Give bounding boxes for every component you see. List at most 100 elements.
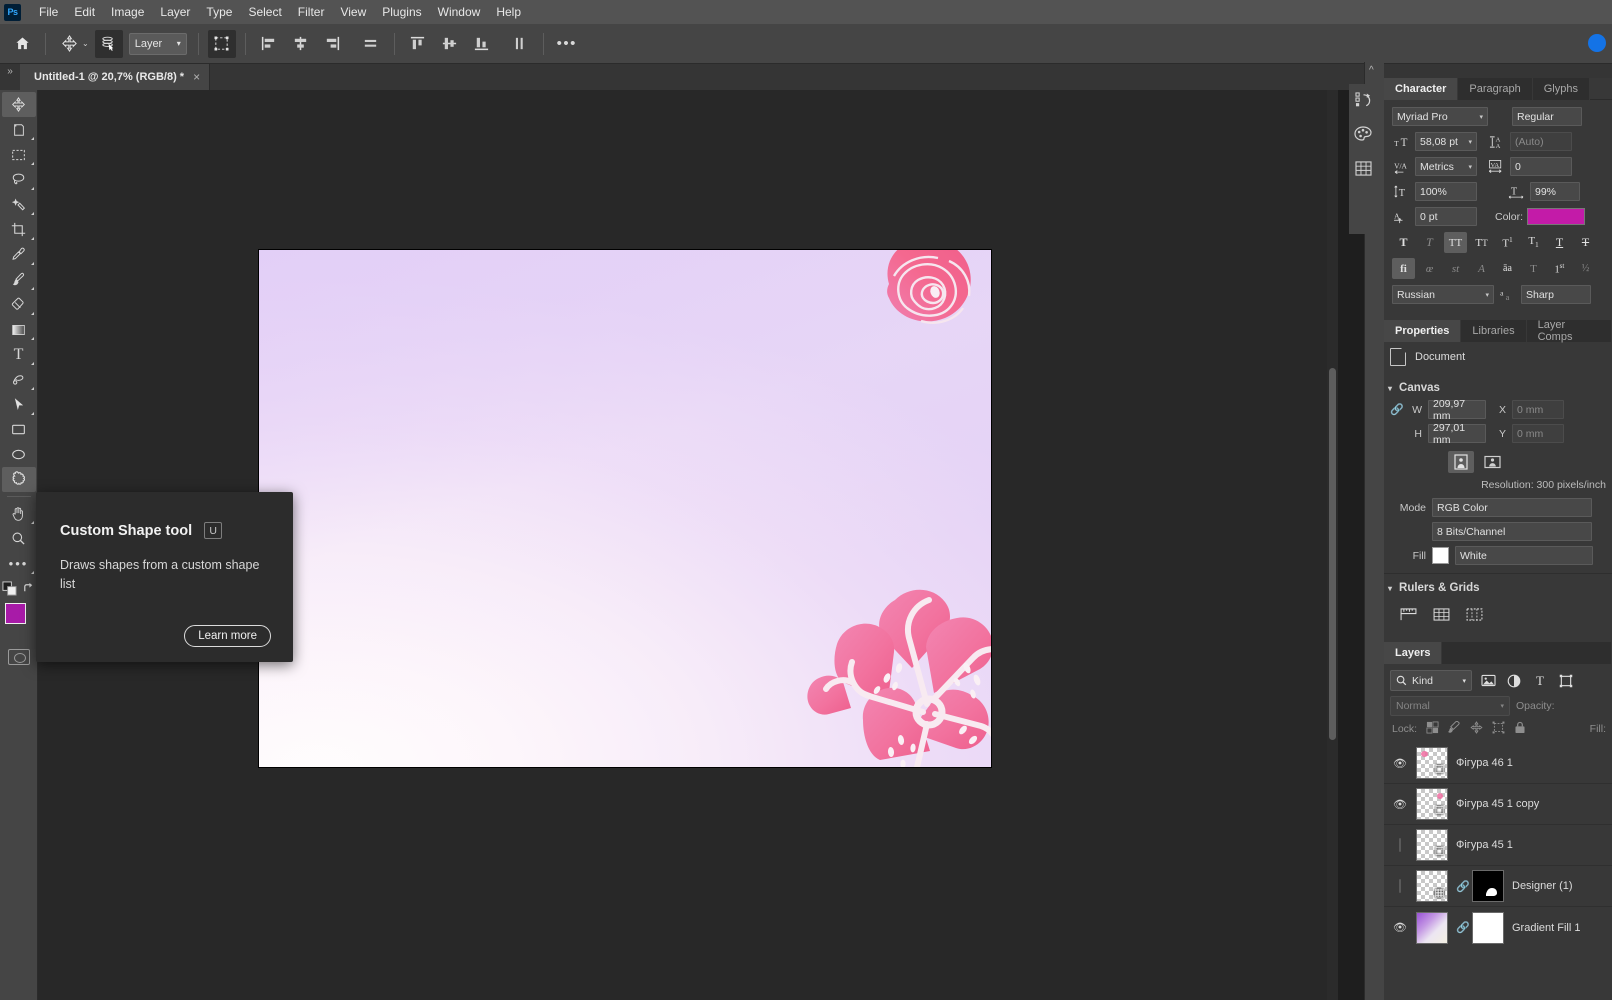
foreground-color-swatch[interactable] (4, 603, 26, 624)
contextual-alternates-button[interactable]: œ (1418, 258, 1441, 279)
fill-select[interactable]: White (1455, 546, 1593, 565)
hand-tool[interactable] (2, 501, 36, 526)
table-row[interactable]: 👁 🔗 Gradient Fill 1 (1384, 907, 1612, 948)
type-tool[interactable]: T (2, 342, 36, 367)
font-family-select[interactable]: Myriad Pro ▾ (1392, 107, 1488, 126)
gradient-tool[interactable] (2, 317, 36, 342)
expand-panels-button[interactable]: » (0, 64, 20, 90)
move-tool-icon[interactable] (55, 30, 83, 58)
fill-color-swatch[interactable] (1432, 547, 1449, 564)
underline-button[interactable]: T (1548, 232, 1571, 253)
layer-mask-thumbnail[interactable] (1472, 870, 1504, 902)
align-top-edges-icon[interactable] (404, 30, 432, 58)
rectangle-tool[interactable] (2, 417, 36, 442)
align-left-edges-icon[interactable] (255, 30, 283, 58)
font-size-input[interactable]: 58,08 pt ▾ (1415, 132, 1477, 151)
link-dimensions-icon[interactable]: 🔗 (1390, 403, 1404, 416)
baseline-shift-input[interactable]: 0 pt (1415, 207, 1477, 226)
default-foreground-background-colors-icon[interactable] (2, 581, 17, 599)
pixel-layers-filter-icon[interactable] (1478, 671, 1498, 691)
table-row[interactable]: ☐ Фігура 45 1 (1384, 825, 1612, 866)
menu-window[interactable]: Window (430, 2, 489, 22)
subscript-button[interactable]: T1 (1522, 232, 1545, 253)
brush-tool[interactable] (2, 267, 36, 292)
rectangular-marquee-tool[interactable] (2, 142, 36, 167)
ellipse-tool[interactable] (2, 442, 36, 467)
blend-mode-select[interactable]: Normal ▾ (1390, 696, 1510, 716)
tool-presets-grid-icon[interactable] (1353, 158, 1373, 178)
bit-depth-select[interactable]: 8 Bits/Channel (1432, 522, 1592, 541)
discretionary-ligatures-button[interactable]: st (1444, 258, 1467, 279)
color-swatches[interactable] (2, 603, 37, 639)
layer-thumbnail[interactable]: ☐ (1416, 747, 1448, 779)
strikethrough-button[interactable]: T (1574, 232, 1597, 253)
learn-more-button[interactable]: Learn more (184, 625, 271, 647)
layer-visibility-toggle[interactable]: 👁 (1392, 798, 1408, 811)
quick-mask-mode-icon[interactable] (7, 649, 30, 665)
zoom-tool[interactable] (2, 526, 36, 551)
canvas-vertical-scrollbar[interactable] (1327, 90, 1338, 1000)
link-mask-icon[interactable]: 🔗 (1456, 880, 1470, 893)
color-swatches-icon[interactable] (1353, 124, 1373, 144)
link-mask-icon[interactable]: 🔗 (1456, 921, 1470, 934)
canvas-width-input[interactable]: 209,97 mm (1428, 398, 1486, 422)
language-select[interactable]: Russian ▾ (1392, 285, 1494, 304)
layer-thumbnail[interactable]: ☐ (1416, 829, 1448, 861)
menu-image[interactable]: Image (103, 2, 152, 22)
type-layers-filter-icon[interactable]: T (1530, 671, 1550, 691)
anti-aliasing-select[interactable]: Sharp (1521, 285, 1591, 304)
crop-tool[interactable] (2, 217, 36, 242)
lock-all-icon[interactable] (1514, 721, 1526, 737)
shape-layers-filter-icon[interactable] (1556, 671, 1576, 691)
faux-italic-button[interactable]: T (1418, 232, 1441, 253)
grid-icon[interactable] (1433, 608, 1450, 624)
align-right-edges-icon[interactable] (319, 30, 347, 58)
auto-select-scope-select[interactable]: Layer ▾ (128, 32, 187, 55)
document-tab[interactable]: Untitled-1 @ 20,7% (RGB/8) * × (20, 64, 211, 90)
collapse-panels-icon[interactable]: ^ (1369, 65, 1374, 76)
color-mode-select[interactable]: RGB Color (1432, 498, 1592, 517)
eraser-tool[interactable] (2, 292, 36, 317)
canvas-height-input[interactable]: 297,01 mm (1428, 422, 1486, 446)
share-status-indicator[interactable] (1588, 34, 1606, 52)
layer-thumbnail[interactable] (1416, 911, 1448, 944)
lock-transparent-pixels-icon[interactable] (1426, 721, 1439, 737)
home-icon[interactable] (8, 30, 36, 58)
edit-toolbar-button[interactable]: ••• (2, 551, 36, 576)
font-style-select[interactable]: Regular (1512, 107, 1582, 126)
table-row[interactable]: 👁 ☐ Фігура 45 1 copy (1384, 784, 1612, 825)
align-vertical-centers-icon[interactable] (436, 30, 464, 58)
pen-tool[interactable] (2, 367, 36, 392)
tab-properties[interactable]: Properties (1384, 320, 1462, 342)
eyedropper-tool[interactable] (2, 242, 36, 267)
menu-plugins[interactable]: Plugins (374, 2, 429, 22)
lock-position-icon[interactable] (1470, 721, 1483, 737)
text-color-swatch[interactable] (1527, 208, 1586, 225)
tab-paragraph[interactable]: Paragraph (1458, 78, 1533, 100)
layer-mask-thumbnail[interactable] (1472, 911, 1504, 944)
menu-layer[interactable]: Layer (152, 2, 198, 22)
canvas-x-input[interactable]: 0 mm (1512, 400, 1564, 419)
tab-glyphs[interactable]: Glyphs (1532, 78, 1590, 100)
lasso-tool[interactable] (2, 167, 36, 192)
canvas-y-input[interactable]: 0 mm (1512, 424, 1564, 443)
auto-select-layers-icon[interactable] (94, 29, 123, 58)
menu-edit[interactable]: Edit (66, 2, 103, 22)
history-icon[interactable] (1353, 90, 1373, 110)
distribute-vertically-icon[interactable] (506, 30, 534, 58)
custom-shape-tool[interactable] (1, 467, 36, 492)
object-selection-tool[interactable] (2, 192, 36, 217)
lock-image-pixels-icon[interactable] (1448, 720, 1461, 737)
path-selection-tool[interactable] (2, 392, 36, 417)
menu-file[interactable]: File (31, 2, 66, 22)
layer-visibility-toggle[interactable]: 👁 (1392, 757, 1408, 770)
align-horizontal-centers-icon[interactable] (287, 30, 315, 58)
swash-button[interactable]: A (1470, 258, 1493, 279)
adjustment-layers-filter-icon[interactable] (1504, 671, 1524, 691)
vertical-scale-input[interactable]: 100% (1415, 182, 1477, 201)
ordinals-button[interactable]: 1st (1548, 258, 1571, 279)
menu-help[interactable]: Help (488, 2, 529, 22)
swap-foreground-background-colors-icon[interactable] (22, 582, 35, 598)
portrait-orientation-button[interactable] (1448, 451, 1474, 473)
lock-artboard-nesting-icon[interactable] (1492, 721, 1505, 737)
